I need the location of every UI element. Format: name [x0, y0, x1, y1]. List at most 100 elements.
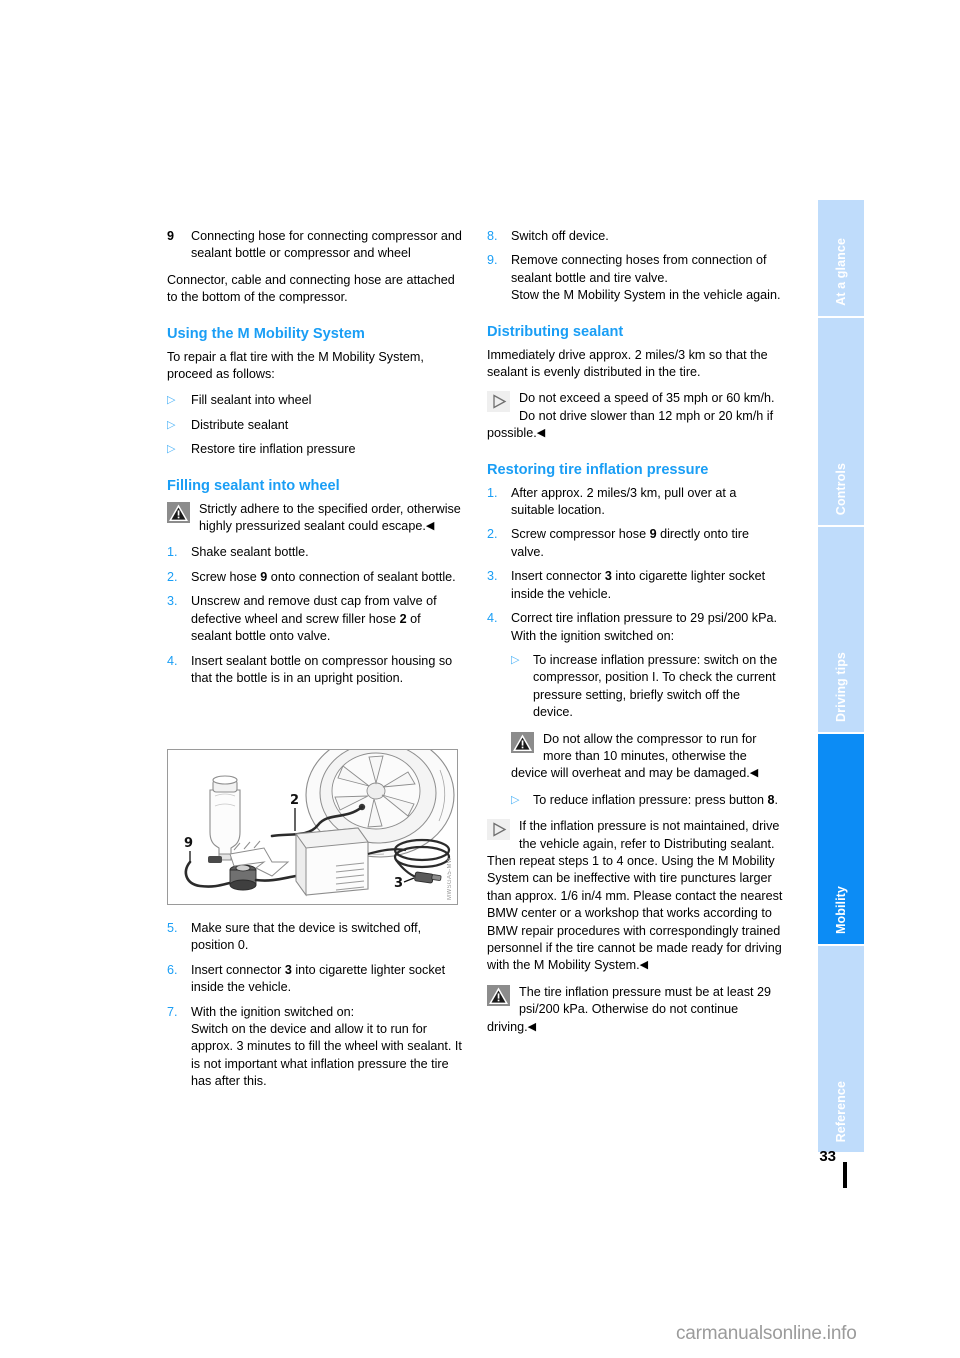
warning-triangle-icon: [511, 731, 535, 754]
item-number: 9: [167, 229, 175, 243]
tab-reference[interactable]: Reference: [818, 946, 864, 1152]
note-text: Do not exceed a speed of 35 mph or 60 km…: [487, 391, 775, 441]
warning-block-sealant-order: Strictly adhere to the specified order, …: [167, 501, 463, 536]
connector-note: Connector, cable and connecting hose are…: [167, 272, 455, 305]
part-reference: 9: [649, 527, 657, 542]
step-number: 1.: [487, 485, 498, 500]
warning-block-minimum-pressure: The tire inflation pressure must be at l…: [487, 984, 783, 1036]
note-block-speed-limit: Do not exceed a speed of 35 mph or 60 km…: [487, 390, 783, 442]
step-text: Shake sealant bottle.: [191, 545, 309, 560]
bullet-text-part: To reduce inflation pressure: press butt…: [533, 792, 768, 807]
step-number: 6.: [167, 962, 178, 977]
step-text: Screw compressor hose 9 directly onto ti…: [511, 526, 783, 561]
heading-distributing-sealant: Distributing sealant: [487, 323, 624, 340]
tab-mobility[interactable]: Mobility: [818, 734, 864, 946]
m-mobility-system-diagram: 2 9 3 MWSGA5-MW: [167, 749, 458, 905]
figure-watermark: MWSGA5-MW: [447, 857, 453, 900]
page-number-rule: [843, 1162, 847, 1188]
tab-driving-tips[interactable]: Driving tips: [818, 527, 864, 734]
step-number: 4.: [167, 653, 178, 668]
end-mark: ◀: [425, 520, 435, 533]
section-tab-strip: At a glance Controls Driving tips Mobili…: [818, 200, 864, 1158]
step-text: After approx. 2 miles/3 km, pull over at…: [511, 485, 737, 518]
list-item: 2. Screw compressor hose 9 directly onto…: [487, 526, 783, 561]
using-intro: To repair a flat tire with the M Mobilit…: [167, 349, 424, 382]
step-number: 2.: [487, 527, 498, 542]
heading-using-m-mobility-system: Using the M Mobility System: [167, 325, 365, 342]
list-item: ▷ To increase inflation pressure: switch…: [511, 652, 783, 722]
step-number: 5.: [167, 921, 178, 935]
warning-triangle-icon: [167, 501, 191, 524]
svg-text:3: 3: [394, 876, 403, 891]
step-text-part: Screw compressor hose: [511, 527, 650, 542]
list-item: 1. Shake sealant bottle.: [167, 544, 463, 561]
step-text: Make sure that the device is switched of…: [191, 921, 422, 953]
bullet-text: To reduce inflation pressure: press butt…: [533, 792, 783, 809]
step-text: With the ignition switched on: Switch on…: [191, 1004, 462, 1089]
step-text: Unscrew and remove dust cap from valve o…: [191, 593, 463, 645]
list-item: 9. Remove connecting hoses from connecti…: [487, 252, 783, 304]
bullet-text: Distribute sealant: [191, 417, 289, 432]
part-reference: 3: [284, 962, 292, 977]
manual-page: At a glance Controls Driving tips Mobili…: [0, 0, 960, 1358]
heading-restoring-tire-inflation-pressure: Restoring tire inflation pressure: [487, 461, 709, 478]
svg-text:2: 2: [290, 793, 299, 808]
end-mark: ◀: [536, 427, 546, 440]
list-item: 8. Switch off device.: [487, 228, 783, 245]
site-watermark: carmanualsonline.info: [676, 1323, 857, 1344]
svg-text:9: 9: [184, 836, 193, 851]
right-column: 8. Switch off device. 9. Remove connecti…: [487, 228, 783, 1036]
note-block-pressure-not-maintained: If the inflation pressure is not maintai…: [487, 818, 783, 975]
tab-label: Driving tips: [834, 652, 848, 722]
left-column: 9 Connecting hose for connecting compres…: [167, 228, 463, 687]
step-text-part: Insert connector: [511, 569, 605, 584]
triangle-bullet-icon: ▷: [511, 793, 520, 806]
note-triangle-icon: [487, 819, 511, 841]
step-text: Screw hose 9 onto connection of sealant …: [191, 569, 463, 586]
part-reference: 3: [604, 569, 612, 584]
list-item: ▷ Restore tire inflation pressure: [167, 441, 463, 458]
tab-label: At a glance: [834, 238, 848, 306]
item-text: Connecting hose for connecting compresso…: [191, 229, 462, 261]
list-item: ▷ To reduce inflation pressure: press bu…: [511, 792, 783, 809]
part-reference: 2: [399, 611, 407, 626]
list-item: 7. With the ignition switched on: Switch…: [167, 1004, 463, 1091]
tab-label: Mobility: [834, 885, 848, 934]
end-mark: ◀: [527, 1020, 537, 1033]
triangle-bullet-icon: ▷: [167, 443, 176, 456]
page-number: 33: [819, 1148, 836, 1165]
tab-controls[interactable]: Controls: [818, 318, 864, 527]
step-text-part: Screw hose: [191, 569, 261, 584]
step-number: 3.: [167, 594, 178, 609]
list-item: 4. Insert sealant bottle on compressor h…: [167, 653, 463, 688]
step-text: Correct tire inflation pressure to 29 ps…: [511, 611, 777, 643]
step-text: Insert connector 3 into cigarette lighte…: [191, 962, 463, 997]
step-number: 2.: [167, 569, 178, 584]
step-text: Insert sealant bottle on compressor hous…: [191, 653, 453, 685]
step-text-part: onto connection of sealant bottle.: [267, 569, 456, 584]
step-text: Switch off device.: [511, 229, 609, 243]
list-item: 2. Screw hose 9 onto connection of seala…: [167, 569, 463, 586]
left-column-lower: 5. Make sure that the device is switched…: [167, 920, 463, 1091]
end-mark: ◀: [639, 959, 649, 972]
step-number: 9.: [487, 253, 498, 268]
tab-label: Reference: [834, 1080, 848, 1142]
list-item: 9 Connecting hose for connecting compres…: [167, 228, 463, 263]
step-text-part: Insert connector: [191, 962, 285, 977]
warning-triangle-icon: [487, 984, 511, 1007]
bullet-text: To increase inflation pressure: switch o…: [533, 652, 778, 720]
step-text: Remove connecting hoses from connection …: [511, 253, 781, 303]
note-triangle-icon: [487, 391, 511, 413]
warning-block-compressor-runtime: Do not allow the compressor to run for m…: [511, 731, 783, 783]
list-item: ▷ Fill sealant into wheel: [167, 392, 463, 409]
list-item: 5. Make sure that the device is switched…: [167, 920, 463, 955]
heading-filling-sealant-into-wheel: Filling sealant into wheel: [167, 477, 340, 494]
warning-text: Do not allow the compressor to run for m…: [511, 731, 757, 781]
distributing-intro: Immediately drive approx. 2 miles/3 km s…: [487, 347, 768, 380]
step-number: 4.: [487, 611, 498, 626]
list-item: ▷ Distribute sealant: [167, 417, 463, 434]
warning-text: Strictly adhere to the specified order, …: [199, 501, 461, 534]
tab-label: Controls: [834, 462, 848, 515]
tab-at-a-glance[interactable]: At a glance: [818, 200, 864, 318]
triangle-bullet-icon: ▷: [167, 394, 176, 407]
